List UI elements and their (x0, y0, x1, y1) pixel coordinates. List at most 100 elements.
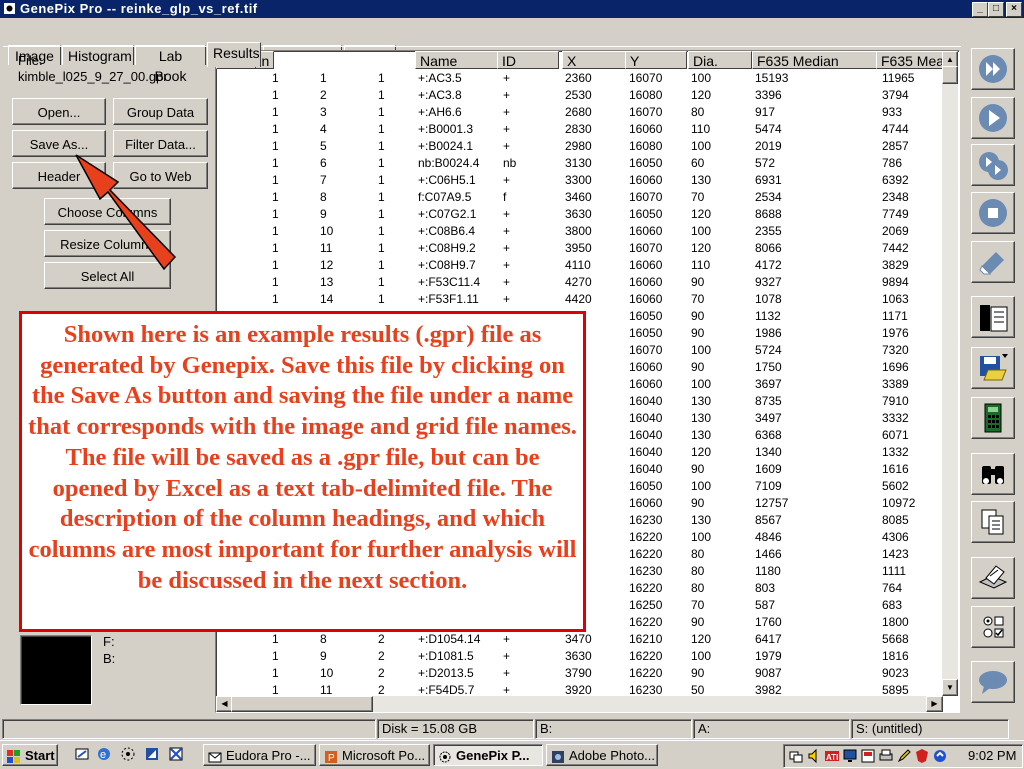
tray-antivirus-icon[interactable] (914, 748, 930, 767)
find-button[interactable] (971, 453, 1015, 495)
column-header-id[interactable]: ID (497, 51, 559, 69)
table-row[interactable]: 1 4 1 +:B0001.3 +2830 16060 110 5474 4744 (216, 121, 942, 138)
horizontal-scrollbar[interactable]: ◀ ▶ (216, 696, 943, 712)
table-cell-y: 16050 (629, 326, 663, 340)
table-row[interactable]: 1 10 1 +:C08B6.4 +3800 16060 100 2355 2069 (216, 223, 942, 240)
table-row[interactable]: 1 12 1 +:C08H9.7 +4110 16060 110 4172 3829 (216, 257, 942, 274)
eudora-icon (208, 749, 222, 763)
table-row[interactable]: 1 5 1 +:B0024.1 +2980 16080 100 2019 2857 (216, 138, 942, 155)
table-cell-f635-mean: 1332 (882, 445, 909, 459)
table-row[interactable]: 1 9 2 +:D1081.5 +3630 16220 100 1979 1816 (216, 648, 942, 665)
options-button[interactable] (971, 606, 1015, 648)
table-cell-x: 2360 (565, 71, 592, 85)
column-header-name[interactable]: Name (415, 51, 499, 69)
table-row[interactable]: 1 13 1 +:F53C11.4 +4270 16060 90 9327 9894 (216, 274, 942, 291)
table-cell-f635-mean: 9894 (882, 275, 909, 289)
fast-forward-button[interactable] (971, 48, 1015, 90)
table-cell-f635-median: 1340 (755, 445, 782, 459)
internet-explorer-icon[interactable]: e (96, 746, 112, 765)
table-cell-y: 16220 (629, 547, 663, 561)
table-cell-x: 2530 (565, 88, 592, 102)
table-row[interactable]: 1 11 1 +:C08H9.2 +3950 16070 120 8066 7442 (216, 240, 942, 257)
eraser-button[interactable] (971, 241, 1015, 283)
column-header-dia[interactable]: Dia. (688, 51, 752, 69)
table-cell-f635-median: 9327 (755, 275, 782, 289)
start-button[interactable]: Start (2, 744, 58, 766)
table-cell-row: 1 (378, 139, 385, 153)
table-row[interactable]: 1 9 1 +:C07G2.1 +3630 16050 120 8688 7749 (216, 206, 942, 223)
table-cell-name: +:B0001.3 (418, 122, 474, 136)
table-cell-row: 1 (378, 122, 385, 136)
table-cell-name: +:F53F1.11 (418, 292, 479, 306)
scroll-down-button[interactable]: ▼ (942, 679, 958, 696)
chat-button[interactable] (971, 661, 1015, 703)
column-header-y[interactable]: Y (625, 51, 687, 69)
app-icon (3, 2, 16, 15)
table-cell-x: 3300 (565, 173, 592, 187)
table-cell-id: + (503, 275, 511, 289)
table-cell-row: 1 (378, 275, 385, 289)
scroll-thumb-vertical[interactable] (942, 66, 958, 84)
tray-sync-icon[interactable] (932, 748, 948, 767)
tab-results[interactable]: Results (207, 42, 261, 67)
table-cell-f635-mean: 2348 (882, 190, 909, 204)
tray-pen-icon[interactable] (896, 748, 912, 767)
copy-button[interactable] (971, 501, 1015, 543)
tray-app-icon[interactable] (860, 748, 876, 767)
vertical-scrollbar[interactable]: ▲ ▼ (942, 51, 958, 696)
tray-network-icon[interactable] (788, 748, 804, 767)
table-cell-id: + (503, 88, 511, 102)
window-title: GenePix Pro -- reinke_glp_vs_ref.tif (20, 1, 258, 16)
task-photoshop[interactable]: Adobe Photo... (546, 744, 658, 766)
scroll-thumb-horizontal[interactable] (231, 696, 373, 712)
quick-launch-tool-icon[interactable] (144, 746, 160, 765)
table-cell-row: 2 (378, 666, 385, 680)
save-file-button[interactable] (971, 347, 1015, 389)
stop-button[interactable] (971, 192, 1015, 234)
task-powerpoint[interactable]: P Microsoft Po... (319, 744, 430, 766)
table-row[interactable]: 1 1 1 +:AC3.5 +2360 16070 100 15193 11965 (216, 70, 942, 87)
table-row[interactable]: 1 7 1 +:C06H5.1 +3300 16060 130 6931 6392 (216, 172, 942, 189)
column-header-f635-median[interactable]: F635 Median (752, 51, 877, 69)
table-cell-f635-median: 12757 (755, 496, 789, 510)
maximize-button[interactable]: □ (988, 2, 1004, 17)
quick-launch-app-icon[interactable] (120, 746, 136, 765)
close-button[interactable]: × (1006, 2, 1022, 17)
table-cell-y: 16220 (629, 615, 663, 629)
tray-monitor-icon[interactable] (842, 748, 858, 767)
table-cell-dia: 80 (691, 581, 705, 595)
table-cell-row: 1 (378, 173, 385, 187)
column-header-x[interactable]: X (562, 51, 626, 69)
open-button[interactable]: Open... (12, 98, 106, 125)
group-data-button[interactable]: Group Data (113, 98, 208, 125)
scroll-right-button[interactable]: ▶ (926, 696, 943, 712)
tray-ati-icon[interactable]: ATI (824, 748, 840, 767)
table-cell-f635-mean: 6392 (882, 173, 909, 187)
tray-printer-icon[interactable] (878, 748, 894, 767)
table-row[interactable]: 1 6 1 nb:B0024.4 nb 3130 16050 60 572 786 (216, 155, 942, 172)
table-cell-dia: 90 (691, 496, 705, 510)
table-cell-id: nb (503, 156, 517, 170)
print-button[interactable] (971, 557, 1015, 599)
table-row[interactable]: 1 14 1 +:F53F1.11 +4420 16060 70 1078 1063 (216, 291, 942, 308)
table-row[interactable]: 1 2 1 +:AC3.8 +2530 16080 120 3396 3794 (216, 87, 942, 104)
table-row[interactable]: 1 3 1 +:AH6.6 +2680 16070 80 917 933 (216, 104, 942, 121)
table-cell-f635-mean: 4744 (882, 122, 909, 136)
table-cell-column: 3 (320, 105, 327, 119)
table-row[interactable]: 1 8 1 f:C07A9.5 f 3460 16070 70 2534 2348 (216, 189, 942, 206)
table-row[interactable]: 1 10 2 +:D2013.5 +3790 16220 90 9087 9023 (216, 665, 942, 682)
tray-speaker-icon[interactable] (806, 748, 822, 767)
quick-launch-extra-icon[interactable] (168, 746, 184, 765)
quick-launch-desktop-icon[interactable] (74, 746, 90, 765)
calculator-button[interactable] (971, 397, 1015, 439)
table-cell-column: 14 (320, 292, 334, 306)
book-button[interactable] (971, 296, 1015, 338)
task-genepix[interactable]: GenePix P... (433, 744, 543, 766)
minimize-button[interactable]: _ (972, 2, 988, 17)
task-eudora[interactable]: Eudora Pro -... (203, 744, 316, 766)
powerpoint-icon: P (324, 749, 338, 764)
play-button[interactable] (971, 97, 1015, 139)
step-button[interactable] (971, 144, 1015, 186)
table-cell-dia: 120 (691, 207, 712, 221)
table-row[interactable]: 1 8 2 +:D1054.14 +3470 16210 120 6417 5668 (216, 631, 942, 648)
